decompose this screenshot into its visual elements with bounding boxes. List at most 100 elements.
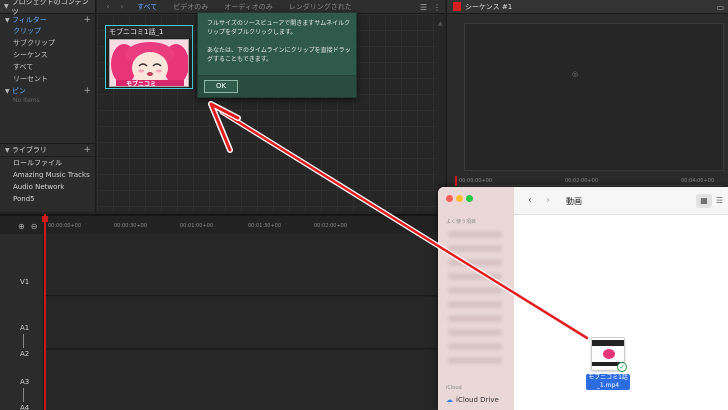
ruler-tick: 00:02:00+00 xyxy=(314,223,348,229)
sidebar-item-blurred[interactable] xyxy=(448,231,502,238)
tip-footer: OK xyxy=(198,75,356,97)
timeline-playhead[interactable] xyxy=(44,214,46,410)
track-label-a3: A3 xyxy=(20,378,30,386)
preview-header: シーケンス #1 xyxy=(447,0,728,14)
list-view-icon[interactable]: ☰ xyxy=(716,196,723,205)
tab-rendered[interactable]: レンダリングされた xyxy=(281,2,360,12)
pin-empty-text: No items xyxy=(13,97,40,104)
preview-time-mid: 00:02:00+00 xyxy=(565,178,599,184)
bin-scrollbar[interactable]: ▲ xyxy=(438,20,443,206)
filter-item-clips[interactable]: クリップ xyxy=(0,25,95,37)
finder-sidebar: よく使う項目 iCloud ☁ iCloud Drive xyxy=(438,187,514,410)
ruler-tick: 00:01:00+00 xyxy=(180,223,214,229)
collapse-triangle-icon: ▼ xyxy=(5,147,10,154)
track-link-line xyxy=(23,334,24,348)
filter-item-sequences[interactable]: シーケンス xyxy=(0,49,95,61)
forward-arrow-icon[interactable]: › xyxy=(115,2,129,11)
preview-title: シーケンス #1 xyxy=(465,2,513,11)
ok-button[interactable]: OK xyxy=(204,80,238,93)
favorites-heading: よく使う項目 xyxy=(446,219,477,225)
project-panel-header: ▼ プロジェクトのコンテンツ xyxy=(0,0,95,16)
sidebar-item-blurred[interactable] xyxy=(448,287,502,294)
tip-popup: フルサイズのソースビューアで開きますサムネイルクリップをダブルクリックします。 … xyxy=(197,12,357,98)
finder-window: よく使う項目 iCloud ☁ iCloud Drive ‹ › 動画 ▦ ☰ … xyxy=(438,187,728,410)
ruler-tick: 00:00:00+00 xyxy=(48,223,82,229)
library-panel: ▼ ライブラリ + ロールファイル Amazing Music Tracks A… xyxy=(0,143,96,212)
icloud-heading: iCloud xyxy=(446,385,462,391)
finder-toolbar: ‹ › 動画 ▦ ☰ xyxy=(514,187,728,215)
timeline-zoom-tools: ⊕ ⊖ xyxy=(18,222,37,231)
bin-tools: ☰ ⋮ xyxy=(420,3,441,12)
zoom-in-icon[interactable]: ⊕ xyxy=(18,222,25,231)
sequence-flag-icon xyxy=(453,2,461,11)
minimize-window-icon[interactable] xyxy=(456,195,463,202)
cloud-icon: ☁ xyxy=(446,396,453,404)
add-filter-icon[interactable]: + xyxy=(83,15,91,25)
add-library-icon[interactable]: + xyxy=(83,145,91,155)
list-view-icon[interactable]: ☰ xyxy=(420,3,427,12)
clip-title: モブニコミ1話_1 xyxy=(106,26,192,38)
file-thumbnail-character xyxy=(603,349,615,359)
video-file-icon[interactable]: ✓ xyxy=(591,337,627,372)
thumbnail-caption: モブニコミ xyxy=(126,81,157,87)
library-item-roll-file[interactable]: ロールファイル xyxy=(0,157,95,169)
track-label-a1: A1 xyxy=(20,324,30,332)
library-item-audio-network[interactable]: Audio Network xyxy=(0,181,95,193)
track-label-a4: A4 xyxy=(20,404,30,410)
back-arrow-icon[interactable]: ‹ xyxy=(101,2,115,11)
sidebar-item-blurred[interactable] xyxy=(448,301,502,308)
library-item-amazing-music[interactable]: Amazing Music Tracks xyxy=(0,169,95,181)
preview-viewer[interactable] xyxy=(464,23,724,171)
add-pin-icon[interactable]: + xyxy=(83,86,91,96)
library-heading[interactable]: ▼ ライブラリ + xyxy=(0,144,95,157)
file-name-label[interactable]: モブニコミ1話_1.mp4 xyxy=(586,374,630,390)
preview-time-end: 00:04:00+00 xyxy=(681,178,715,184)
filter-item-recent[interactable]: リーセント xyxy=(0,73,95,85)
preview-center-marker-icon: ◎ xyxy=(572,70,579,78)
filter-heading-label: フィルター xyxy=(11,15,47,24)
track-link-line xyxy=(23,388,24,402)
ruler-tick: 00:00:30+00 xyxy=(114,223,148,229)
sidebar-item-blurred[interactable] xyxy=(448,343,502,350)
zoom-window-icon[interactable] xyxy=(466,195,473,202)
preview-playhead[interactable] xyxy=(455,176,457,186)
sequence-preview-panel: シーケンス #1 ▭ ◎ 00:00:00+00 00:02:00+00 00:… xyxy=(446,0,728,212)
library-item-pond5[interactable]: Pond5 xyxy=(0,193,95,205)
library-heading-label: ライブラリ xyxy=(11,146,47,154)
track-label-v1: V1 xyxy=(20,278,30,286)
more-options-icon[interactable]: ⋮ xyxy=(433,3,441,12)
icloud-drive-label: iCloud Drive xyxy=(456,396,499,404)
sidebar-item-blurred[interactable] xyxy=(448,315,502,322)
sidebar-item-blurred[interactable] xyxy=(448,259,502,266)
tab-video-only[interactable]: ビデオのみ xyxy=(165,2,216,12)
pin-heading[interactable]: ▼ ピン + xyxy=(0,85,95,96)
icon-view-icon[interactable]: ▦ xyxy=(696,194,712,208)
zoom-out-icon[interactable]: ⊖ xyxy=(31,222,38,231)
back-button[interactable]: ‹ xyxy=(528,195,532,206)
sidebar-item-blurred[interactable] xyxy=(448,357,502,364)
tip-message: フルサイズのソースビューアで開きますサムネイルクリップをダブルクリックします。 … xyxy=(207,20,351,63)
close-window-icon[interactable] xyxy=(446,195,453,202)
collapse-triangle-icon[interactable]: ▼ xyxy=(4,3,9,10)
sidebar-item-icloud-drive[interactable]: ☁ iCloud Drive xyxy=(446,396,499,404)
track-headers: V1 A1 A2 A3 A4 xyxy=(0,234,44,410)
preview-menu-icon[interactable]: ▭ xyxy=(716,3,724,12)
collapse-triangle-icon: ▼ xyxy=(5,16,10,24)
ruler-tick: 00:01:30+00 xyxy=(248,223,282,229)
track-label-a2: A2 xyxy=(20,350,30,358)
tab-all[interactable]: すべて xyxy=(129,2,165,12)
collapse-triangle-icon: ▼ xyxy=(5,87,10,95)
file-icon-bar xyxy=(592,340,624,346)
checkmark-icon: ✓ xyxy=(617,362,627,372)
sidebar-item-blurred[interactable] xyxy=(448,273,502,280)
filter-item-subclips[interactable]: サブクリップ xyxy=(0,37,95,49)
tab-audio-only[interactable]: オーディオのみ xyxy=(216,2,281,12)
sidebar-item-blurred[interactable] xyxy=(448,329,502,336)
finder-title: 動画 xyxy=(566,197,582,206)
sidebar-item-blurred[interactable] xyxy=(448,245,502,252)
pin-heading-label: ピン xyxy=(11,86,26,95)
clip-thumbnail-card[interactable]: モブニコミ1話_1 モブニコミ xyxy=(105,25,193,89)
playhead-handle[interactable] xyxy=(42,216,48,222)
filter-item-all[interactable]: すべて xyxy=(0,61,95,73)
forward-button[interactable]: › xyxy=(546,195,550,206)
